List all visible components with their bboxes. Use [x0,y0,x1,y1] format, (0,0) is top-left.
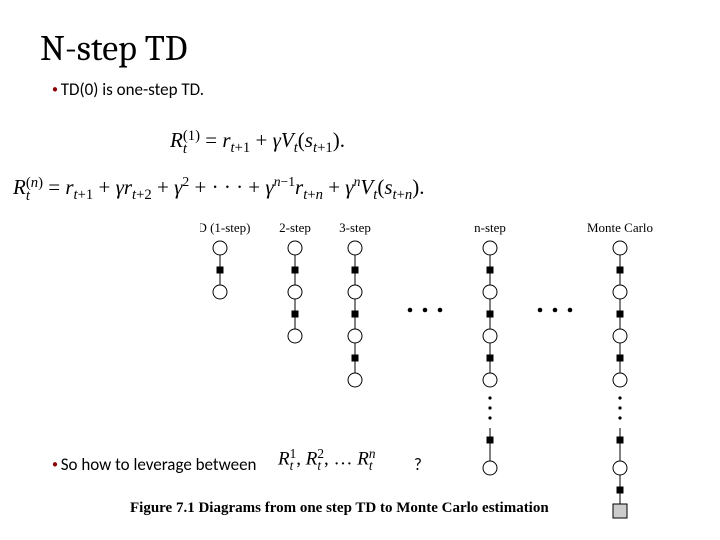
figure-caption: Figure 7.1 Diagrams from one step TD to … [130,500,549,517]
ellipsis-1 [408,308,443,313]
col-label-td1: TD (1-step) [200,220,251,235]
ellipsis-2 [538,308,573,313]
col-td1 [213,241,227,299]
backup-diagram: TD (1-step) 2-step 3-step n-step Monte C… [200,220,660,530]
r-sequence: R1t, R2t, … Rnt [278,448,376,472]
col-label-mc: Monte Carlo [587,220,653,235]
equation-rn: R(n)t = rt+1 + γrt+2 + γ2 + · · · + γn−1… [13,175,425,203]
col-mc [613,241,627,518]
question-mark: ? [414,454,422,475]
col-label-3step: 3-step [339,220,371,235]
col-2step [288,241,302,343]
col-label-2step: 2-step [279,220,311,235]
bullet-leverage: So how to leverage between [52,454,256,475]
col-label-nstep: n-step [474,220,506,235]
col-nstep [483,241,497,475]
equation-r1: R(1)t = rt+1 + γVt(st+1). [170,128,345,156]
col-3step [348,241,362,387]
slide-title: N-step TD [40,28,680,69]
bullet-td0: TD(0) is one-step TD. [52,79,680,100]
